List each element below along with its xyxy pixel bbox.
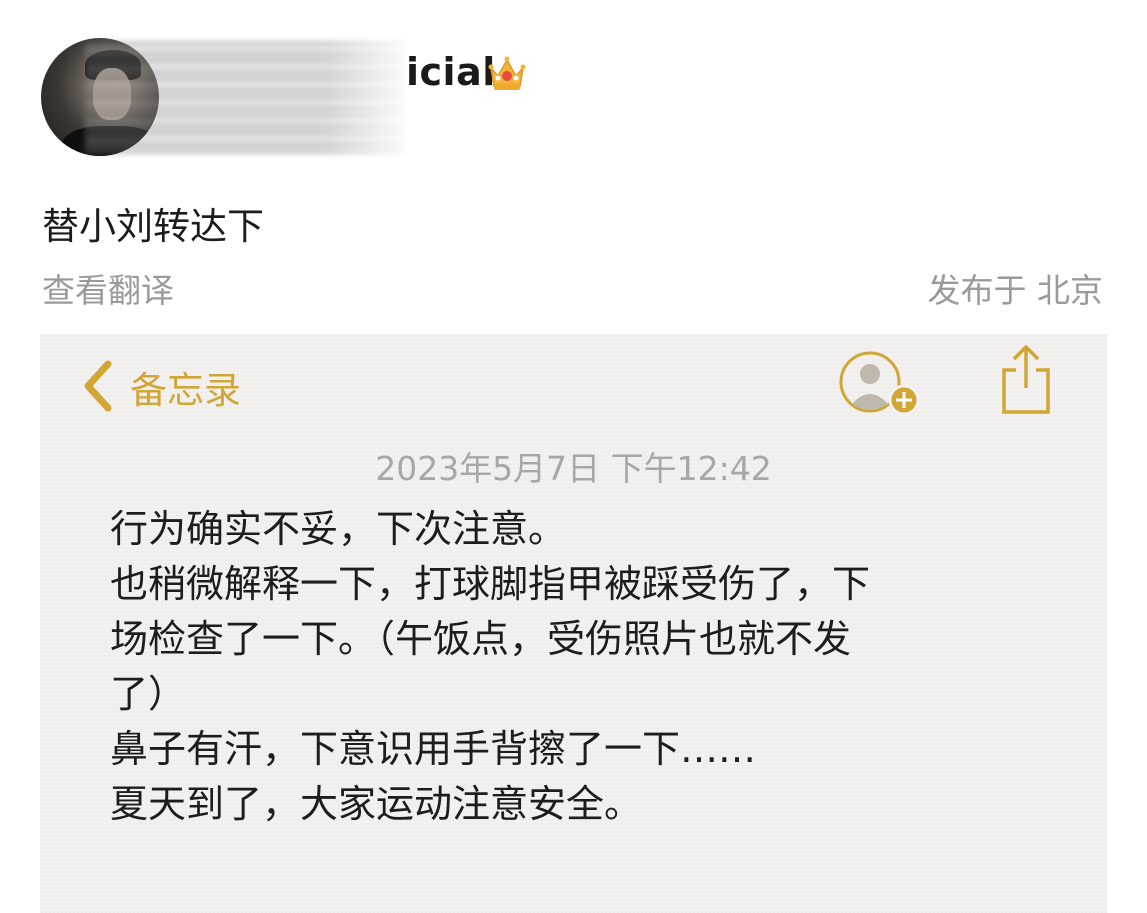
- note-line: 行为确实不妥，下次注意。: [110, 507, 567, 551]
- note-body: 行为确实不妥，下次注意。 也稍微解释一下，打球脚指甲被踩受伤了，下 场检查了一下…: [110, 502, 1040, 832]
- note-line: 鼻子有汗，下意识用手背擦了一下……: [110, 727, 757, 771]
- translate-link[interactable]: 查看翻译: [42, 264, 174, 312]
- note-timestamp: 2023年5月7日 下午12:42: [375, 449, 772, 488]
- note-line: 了）: [110, 672, 187, 716]
- notes-screenshot: 备忘录 2023年5月7日 下午12:42 行为确实不妥，下次注意。 也稍微解释…: [40, 334, 1107, 913]
- crown-icon: [488, 56, 526, 90]
- post-text: 替小刘转达下: [42, 205, 264, 248]
- note-line: 也稍微解释一下，打球脚指甲被踩受伤了，下: [110, 562, 871, 606]
- username[interactable]: icial: [406, 50, 496, 94]
- add-person-icon: [839, 351, 920, 416]
- back-label: 备忘录: [130, 369, 241, 412]
- chevron-left-icon: [84, 360, 112, 412]
- note-line: 场检查了一下。（午饭点，受伤照片也就不发: [110, 617, 852, 661]
- share-icon: [1002, 345, 1050, 414]
- blurred-username: [85, 42, 405, 154]
- post-location: 发布于 北京: [927, 271, 1104, 310]
- note-line: 夏天到了，大家运动注意安全。: [110, 782, 643, 826]
